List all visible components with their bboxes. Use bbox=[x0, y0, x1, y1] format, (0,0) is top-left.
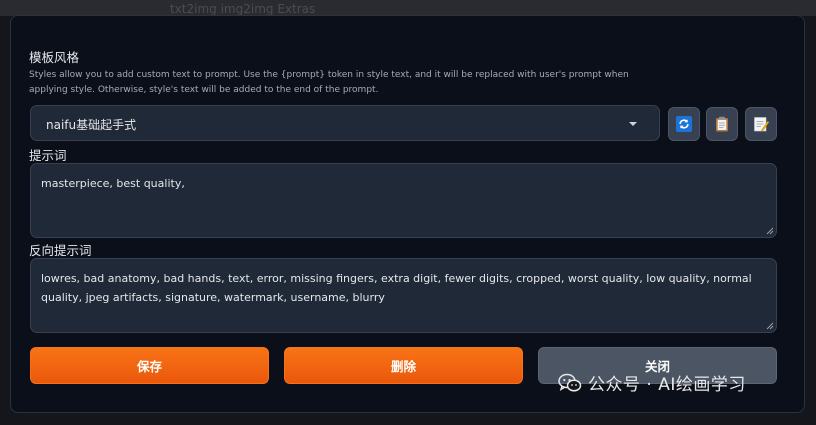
background-tabs-text: txt2img img2img Extras bbox=[170, 2, 316, 16]
refresh-icon bbox=[676, 116, 692, 132]
clipboard-icon bbox=[716, 116, 728, 132]
refresh-button[interactable] bbox=[668, 107, 700, 141]
delete-button[interactable]: 删除 bbox=[284, 347, 523, 384]
background-app-strip: txt2img img2img Extras bbox=[0, 0, 816, 16]
paste-button[interactable] bbox=[706, 107, 738, 141]
negative-prompt-textarea[interactable]: lowres, bad anatomy, bad hands, text, er… bbox=[30, 258, 777, 333]
style-dropdown[interactable]: naifu基础起手式 bbox=[30, 105, 660, 141]
apply-button[interactable] bbox=[745, 107, 777, 141]
prompt-textarea[interactable]: masterpiece, best quality, bbox=[30, 163, 777, 238]
styles-description: Styles allow you to add custom text to p… bbox=[29, 70, 629, 95]
negative-prompt-text: lowres, bad anatomy, bad hands, text, er… bbox=[41, 272, 752, 304]
styles-dialog: 模板风格 Styles allow you to add custom text… bbox=[10, 15, 805, 413]
negative-prompt-label: 反向提示词 bbox=[29, 243, 92, 258]
prompt-text: masterpiece, best quality, bbox=[41, 177, 185, 190]
resize-grip-icon[interactable] bbox=[766, 322, 774, 330]
prompt-label: 提示词 bbox=[29, 148, 67, 163]
chevron-down-icon bbox=[629, 122, 637, 126]
style-dropdown-value: naifu基础起手式 bbox=[46, 118, 137, 132]
watermark-text: 公众号 · AI绘画学习 bbox=[588, 375, 746, 395]
save-button[interactable]: 保存 bbox=[30, 347, 269, 384]
resize-grip-icon[interactable] bbox=[766, 227, 774, 235]
wechat-icon bbox=[558, 373, 582, 392]
styles-title: 模板风格 bbox=[29, 50, 80, 65]
watermark: 公众号 · AI绘画学习 bbox=[558, 370, 746, 395]
notepad-icon bbox=[754, 117, 769, 132]
